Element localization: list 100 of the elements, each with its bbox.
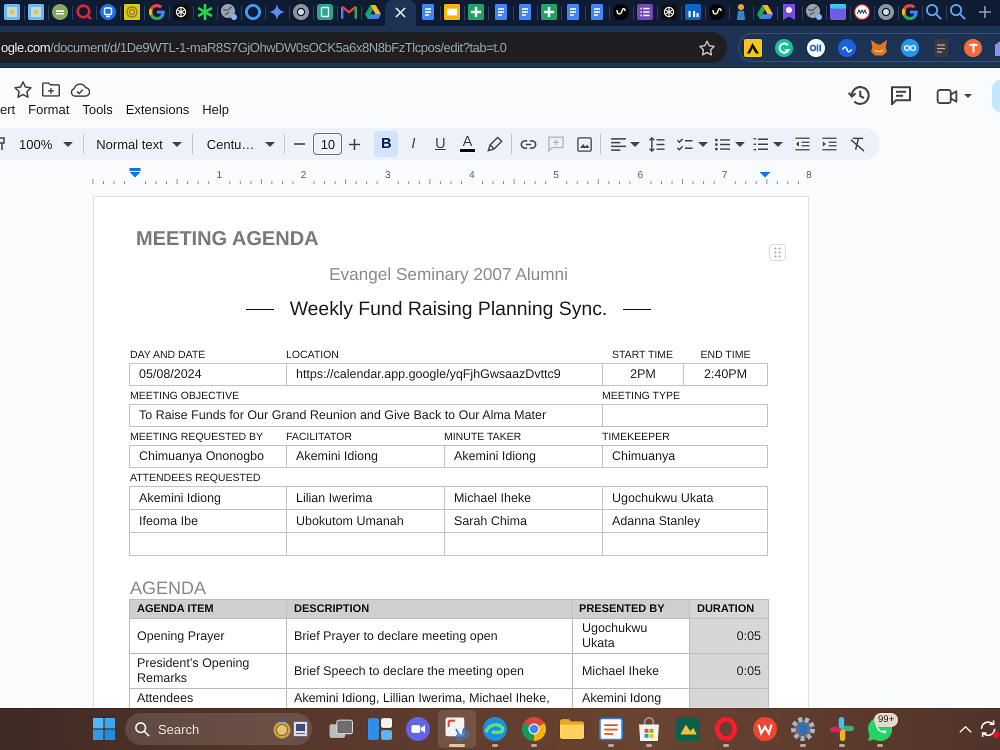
indent-marker-icon[interactable] [760,172,770,178]
tile-icon [317,4,334,20]
show-hidden-icons-button[interactable] [959,726,972,732]
circle-logo-icon[interactable] [838,38,856,56]
caret-icon [735,142,746,146]
folder-icon [560,717,584,741]
widgets-icon [368,717,392,741]
url-path: /document/d/1De9WTL-1-maR8S7GjOhwDW0sOCK5a6x8N8bFzTlcpos/edit?tab=t.0 [50,40,506,55]
shopping-bag-icon [637,717,662,741]
address-bar[interactable]: ogle.com/document/d/1De9WTL-1-maR8S7GjOhwDW0sOCK5a6x8N8bFzTlcpos/edit?tab=t.0 [0,32,727,63]
fox-icon[interactable] [870,38,888,56]
indent-marker-icon[interactable] [130,168,140,178]
table-cell: https://calendar.app.google/yqFjhGwsaazDvttc9 [286,364,602,385]
circle-logo-icon[interactable] [964,38,982,56]
browser-tab[interactable] [385,0,416,26]
caret-icon[interactable] [964,94,972,98]
link-icon [520,140,537,148]
tile-icon [676,717,700,741]
task-view-icon [329,717,354,741]
badge-icon [781,4,798,20]
clear-formatting-icon [850,136,865,152]
text-color-button[interactable]: A [455,131,480,157]
search-icon [135,722,150,736]
sync-icon[interactable] [980,720,1000,738]
caret-icon [698,142,708,146]
globe-icon [220,4,237,20]
video-icon[interactable] [936,88,958,104]
folder-icon[interactable] [42,82,60,96]
column-header: PRESENTED BY [572,600,690,618]
ruler[interactable]: 1 2 3 4 5 6 7 8 [92,163,816,185]
ruler-number: 3 [384,170,390,181]
comment-icon[interactable] [891,86,911,106]
meeting-name: Weekly Fund Raising Planning Sync. [290,297,608,322]
table-cell: 2PM [602,364,683,385]
cloud-icon[interactable] [70,82,90,96]
drag-handle-icon[interactable] [769,244,786,261]
close-icon[interactable] [395,6,406,18]
table-cell: Sarah Chima [444,509,602,532]
taskbar-button[interactable] [438,710,476,748]
picture-icon [4,4,20,20]
caret-icon [265,142,276,146]
slide-icon [444,4,460,20]
bold-button[interactable]: B [374,131,398,157]
circle-logo-icon[interactable] [900,38,919,56]
wave-logo-icon [483,717,508,741]
history-icon[interactable] [848,86,870,106]
triangle-logo-icon [365,4,382,20]
column-header: DESCRIPTION [286,600,572,618]
menu-item[interactable]: Tools [82,101,113,119]
ruler-number: 1 [216,170,222,181]
menu-item[interactable]: Extensions [126,101,190,119]
circle-logo-icon [292,4,309,20]
field-label: FACILITATOR [286,430,352,444]
pinwheel-logo-icon [830,717,854,741]
font-dropdown[interactable]: Centu… [198,131,280,157]
table-cell: Lilian Iwerima [286,487,444,509]
image-icon [576,136,592,152]
document-icon [420,4,436,20]
field-label: MEETING REQUESTED BY [130,430,264,444]
caret-icon [63,142,74,146]
puzzle-piece-icon[interactable] [995,40,1000,56]
numbered-list-icon [753,137,768,151]
menu-item[interactable]: Format [28,101,70,119]
ruler-number: 6 [638,170,644,181]
taskbar-button[interactable]: 99+ [861,710,900,748]
search-icon [950,4,966,20]
ruler-number: 5 [553,170,559,181]
minus-icon [294,143,305,145]
underline-button[interactable]: U [428,131,452,157]
zoom-dropdown[interactable]: 100% [14,131,78,157]
style-dropdown[interactable]: Normal text [90,131,186,157]
note-icon[interactable] [932,38,950,56]
circle-logo-icon[interactable] [806,38,825,56]
ring-logo-icon [902,4,918,20]
table-cell: President’s Opening Remarks [130,654,286,688]
ring-icon [714,717,738,741]
ring-logo-icon [522,717,546,741]
search-field[interactable]: Search [158,722,202,736]
start-icon [93,718,115,740]
paint-format-icon[interactable] [0,137,5,151]
mountain-logo-icon[interactable] [744,38,762,56]
italic-button[interactable]: I [401,131,426,157]
circle-logo-icon [612,4,629,20]
tile-icon [685,4,702,20]
tile-icon [124,4,140,20]
circle-logo-icon[interactable] [775,38,794,56]
menu-item[interactable]: Help [202,101,230,119]
star-icon[interactable] [14,80,32,98]
table-cell: 0:05 [690,654,768,688]
menu-item[interactable]: ert [0,101,16,119]
caret-icon [630,142,640,146]
triangle-logo-icon [757,4,774,20]
document-title: MEETING AGENDA [136,227,319,251]
plus-icon [348,138,360,150]
sparkle-icon [268,4,285,20]
field-label: DAY AND DATE [130,348,206,362]
table-cell: Ubokutom Umanah [286,509,444,532]
font-size-field[interactable]: 10 [313,133,342,155]
window-icon [830,4,846,20]
table-cell-text: Akemini Idiong [138,490,222,507]
